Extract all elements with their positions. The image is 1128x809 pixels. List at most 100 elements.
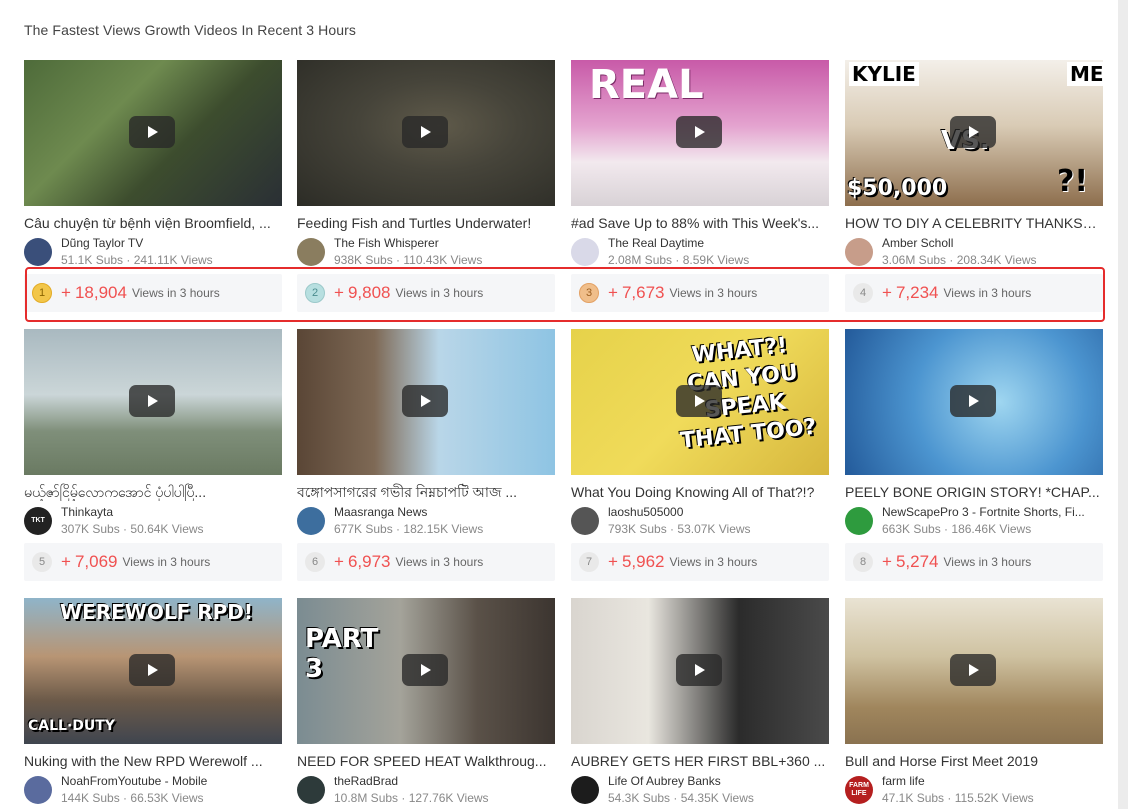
thumbnail-overlay-text: ?! [1057, 164, 1089, 199]
video-thumbnail[interactable] [297, 329, 555, 475]
stats-separator: · [392, 253, 404, 267]
channel-stats: 10.8M Subs · 127.76K Views [334, 791, 489, 805]
video-thumbnail[interactable]: KYLIEMEVS.$50,000?! [845, 60, 1103, 206]
channel-name[interactable]: Thinkayta [61, 505, 281, 519]
video-card[interactable]: PEELY BONE ORIGIN STORY! *CHAP... NewScap… [845, 329, 1103, 581]
channel-avatar[interactable]: FARM LIFE [845, 776, 873, 804]
video-thumbnail[interactable]: PART 3 [297, 598, 555, 744]
channel-name[interactable]: The Real Daytime [608, 236, 828, 250]
channel-avatar[interactable] [845, 507, 873, 535]
video-title[interactable]: Bull and Horse First Meet 2019 [845, 752, 1103, 770]
video-title[interactable]: PEELY BONE ORIGIN STORY! *CHAP... [845, 483, 1103, 501]
channel-name[interactable]: Life Of Aubrey Banks [608, 774, 828, 788]
subscriber-count: 663K Subs [882, 522, 941, 536]
views-growth-suffix: Views in 3 hours [395, 555, 484, 569]
view-count: 208.34K Views [956, 253, 1037, 267]
channel-avatar[interactable] [24, 776, 52, 804]
video-thumbnail[interactable]: WHAT?! CAN YOU SPEAK THAT TOO? [571, 329, 829, 475]
channel-name[interactable]: NoahFromYoutube - Mobile [61, 774, 281, 788]
video-card[interactable]: PART 3 NEED FOR SPEED HEAT Walkthroug... t… [297, 598, 555, 806]
channel-name[interactable]: Amber Scholl [882, 236, 1102, 250]
video-card[interactable]: REAL #ad Save Up to 88% with This Week's.… [571, 60, 829, 312]
channel-avatar[interactable] [24, 238, 52, 266]
channel-name[interactable]: farm life [882, 774, 1102, 788]
video-thumbnail[interactable]: REAL [571, 60, 829, 206]
video-title[interactable]: বঙ্গোপসাগরের গভীর নিম্নচাপটি আজ ... [297, 483, 555, 501]
channel-info: NoahFromYoutube - Mobile 144K Subs · 66.5… [24, 774, 282, 806]
channel-avatar[interactable] [297, 238, 325, 266]
channel-info: Life Of Aubrey Banks 54.3K Subs · 54.35K … [571, 774, 829, 806]
video-thumbnail[interactable]: WEREWOLF RPD! CALL·DUTY [24, 598, 282, 744]
channel-stats: 663K Subs · 186.46K Views [882, 522, 1031, 536]
video-card[interactable]: WEREWOLF RPD! CALL·DUTY Nuking with the Ne… [24, 598, 282, 806]
view-count: 186.46K Views [951, 522, 1032, 536]
play-icon[interactable] [129, 116, 175, 148]
channel-name[interactable]: NewScapePro 3 - Fortnite Shorts, Fi... [882, 505, 1102, 519]
section-heading: The Fastest Views Growth Videos In Recen… [24, 22, 356, 38]
video-card[interactable]: বঙ্গোপসাগরের গভীর নিম্নচাপটি আজ ... Maasr… [297, 329, 555, 581]
video-title[interactable]: Câu chuyện từ bệnh viện Broomfield, ... [24, 214, 282, 232]
rank-badge: 6 [305, 552, 325, 572]
rank-growth-box: 1 +18,904 Views in 3 hours [24, 274, 282, 312]
video-thumbnail[interactable] [571, 598, 829, 744]
video-card[interactable]: Câu chuyện từ bệnh viện Broomfield, ... D… [24, 60, 282, 312]
channel-name[interactable]: The Fish Whisperer [334, 236, 554, 250]
subscriber-count: 144K Subs [61, 791, 120, 805]
channel-name[interactable]: Dũng Taylor TV [61, 236, 281, 250]
video-title[interactable]: AUBREY GETS HER FIRST BBL+360 ... [571, 752, 829, 770]
channel-info: Dũng Taylor TV 51.1K Subs · 241.11K Views [24, 236, 282, 268]
subscriber-count: 2.08M Subs [608, 253, 673, 267]
thumbnail-overlay-text: $50,000 [847, 176, 948, 201]
channel-stats: 144K Subs · 66.53K Views [61, 791, 204, 805]
play-icon[interactable] [402, 385, 448, 417]
video-card[interactable]: Bull and Horse First Meet 2019 FARM LIFE f… [845, 598, 1103, 806]
play-icon[interactable] [676, 385, 722, 417]
channel-avatar[interactable] [571, 238, 599, 266]
video-title[interactable]: HOW TO DIY A CELEBRITY THANKSG... [845, 214, 1103, 232]
channel-avatar[interactable] [571, 507, 599, 535]
video-thumbnail[interactable] [24, 329, 282, 475]
play-icon[interactable] [129, 654, 175, 686]
rank-growth-box: 4 +7,234 Views in 3 hours [845, 274, 1103, 312]
video-card[interactable]: KYLIEMEVS.$50,000?! HOW TO DIY A CELEBRIT… [845, 60, 1103, 312]
rank-growth-box: 7 +5,962 Views in 3 hours [571, 543, 829, 581]
play-icon[interactable] [402, 116, 448, 148]
play-icon[interactable] [950, 654, 996, 686]
channel-avatar[interactable] [297, 507, 325, 535]
video-title[interactable]: What You Doing Knowing All of That?!? [571, 483, 829, 501]
channel-avatar[interactable]: TKT [24, 507, 52, 535]
video-thumbnail[interactable] [845, 329, 1103, 475]
channel-avatar[interactable] [571, 776, 599, 804]
video-title[interactable]: NEED FOR SPEED HEAT Walkthroug... [297, 752, 555, 770]
stats-separator: · [670, 791, 681, 805]
channel-avatar[interactable] [297, 776, 325, 804]
video-title[interactable]: Nuking with the New RPD Werewolf ... [24, 752, 282, 770]
play-icon[interactable] [676, 654, 722, 686]
video-card[interactable]: WHAT?! CAN YOU SPEAK THAT TOO? What You D… [571, 329, 829, 581]
video-card[interactable]: Feeding Fish and Turtles Underwater! The … [297, 60, 555, 312]
channel-avatar[interactable] [845, 238, 873, 266]
views-growth-suffix: Views in 3 hours [943, 286, 1032, 300]
video-thumbnail[interactable] [297, 60, 555, 206]
channel-name[interactable]: Maasranga News [334, 505, 554, 519]
video-card[interactable]: မယ့်ဇာ်ငြိမ့်လောကအောင် ပုံပါပါပြီ... TKT T… [24, 329, 282, 581]
views-growth-suffix: Views in 3 hours [669, 286, 758, 300]
play-icon[interactable] [950, 385, 996, 417]
play-icon[interactable] [676, 116, 722, 148]
channel-name[interactable]: laoshu505000 [608, 505, 828, 519]
video-title[interactable]: #ad Save Up to 88% with This Week's... [571, 214, 829, 232]
rank-badge: 3 [579, 283, 599, 303]
video-thumbnail[interactable] [845, 598, 1103, 744]
play-icon[interactable] [402, 654, 448, 686]
video-title[interactable]: မယ့်ဇာ်ငြိမ့်လောကအောင် ပုံပါပါပြီ... [24, 483, 282, 501]
video-thumbnail[interactable] [24, 60, 282, 206]
channel-info: laoshu505000 793K Subs · 53.07K Views [571, 505, 829, 537]
play-icon[interactable] [129, 385, 175, 417]
rank-badge: 7 [579, 552, 599, 572]
scrollbar[interactable] [1118, 0, 1128, 809]
channel-name[interactable]: theRadBrad [334, 774, 554, 788]
video-card[interactable]: AUBREY GETS HER FIRST BBL+360 ... Life Of… [571, 598, 829, 806]
views-growth-suffix: Views in 3 hours [131, 286, 220, 300]
play-icon[interactable] [950, 116, 996, 148]
video-title[interactable]: Feeding Fish and Turtles Underwater! [297, 214, 555, 232]
